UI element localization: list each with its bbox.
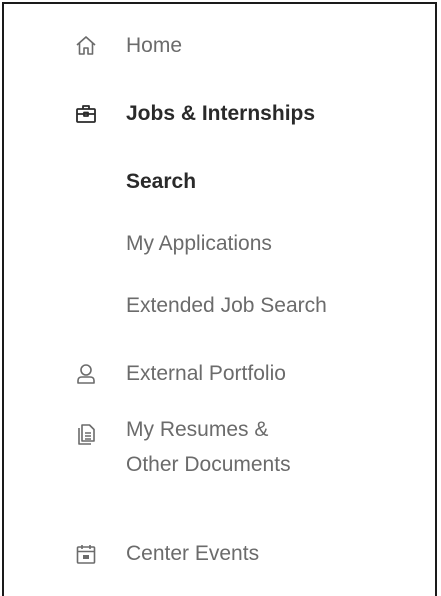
nav-item-external-portfolio[interactable]: External Portfolio [4,358,435,390]
nav-label-jobs-internships: Jobs & Internships [126,102,316,125]
calendar-icon [72,540,100,568]
home-icon [72,32,100,60]
nav-subitem-search[interactable]: Search [4,166,435,198]
documents-icon [72,420,100,448]
nav-label-home: Home [126,34,183,57]
nav-label-external-portfolio: External Portfolio [126,362,286,385]
nav-label-center-events: Center Events [126,542,260,565]
nav-item-home[interactable]: Home [4,30,435,62]
nav-label-my-resumes-line2: Other Documents [126,453,291,476]
nav-item-jobs-internships[interactable]: Jobs & Internships [4,98,435,130]
briefcase-icon [72,100,100,128]
nav-label-extended-job-search: Extended Job Search [126,294,327,317]
nav-item-center-events[interactable]: Center Events [4,538,435,570]
nav-label-my-resumes: My Resumes & Other Documents [126,412,291,482]
nav-subitem-my-applications[interactable]: My Applications [4,228,435,260]
person-icon [72,360,100,388]
nav-item-my-resumes[interactable]: My Resumes & Other Documents [4,412,435,486]
sidebar-nav: Home Jobs & Internships Search My Applic… [2,2,437,596]
nav-label-my-applications: My Applications [126,232,272,255]
nav-subitem-extended-job-search[interactable]: Extended Job Search [4,290,435,322]
nav-label-search: Search [126,170,197,193]
nav-label-my-resumes-line1: My Resumes & [126,418,269,441]
